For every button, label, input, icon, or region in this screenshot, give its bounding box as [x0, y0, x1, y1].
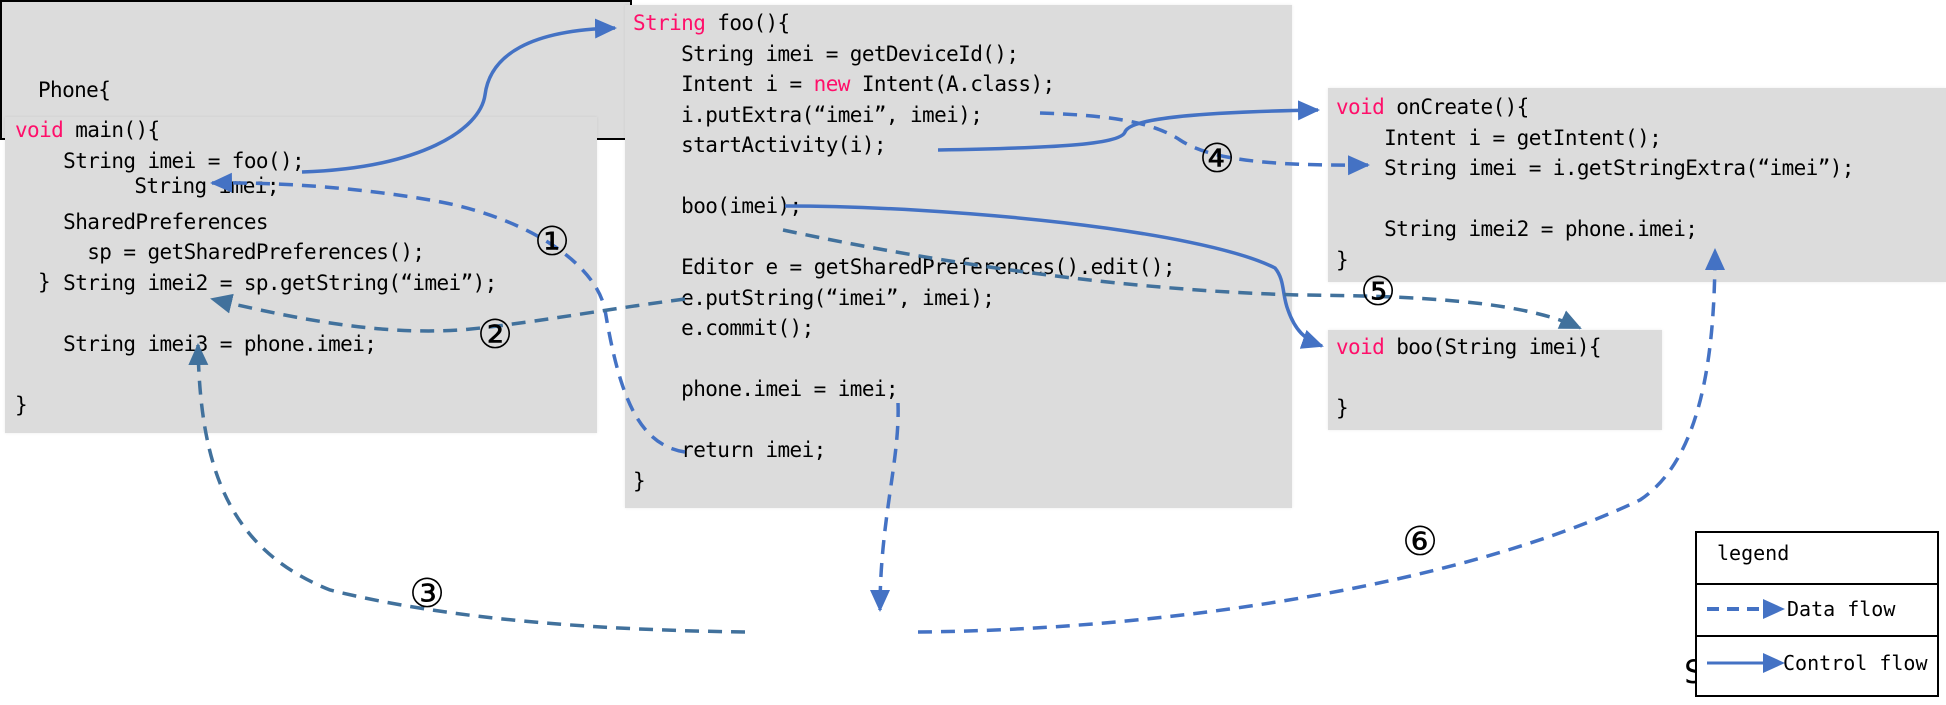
code-line: }	[15, 390, 497, 421]
code-line: String foo(){	[633, 8, 1175, 39]
code-text: foo(){	[705, 11, 790, 35]
code-text: onCreate(){	[1384, 95, 1529, 119]
boo-code: void boo(String imei){}	[1336, 332, 1602, 424]
legend-divider	[1697, 635, 1937, 637]
code-line: }	[1336, 393, 1601, 424]
code-text: boo(imei);	[633, 194, 802, 218]
code-line: }	[633, 466, 1175, 497]
phone-line: Phone{	[38, 78, 111, 102]
code-line: Intent i = getIntent();	[1336, 123, 1854, 154]
code-text: Intent(A.class);	[849, 72, 1055, 96]
code-text: e.commit();	[633, 316, 814, 340]
legend: legend Data flow Control flow	[1695, 531, 1939, 697]
legend-label: Data flow	[1787, 597, 1896, 621]
solid-arrow-icon	[1707, 653, 1785, 673]
code-line: startActivity(i);	[633, 130, 1175, 161]
code-text: Editor e = getSharedPreferences().edit()…	[633, 255, 1175, 279]
step-label-3: ③	[409, 571, 445, 617]
code-line: phone.imei = imei;	[633, 374, 1175, 405]
code-line: void onCreate(){	[1336, 92, 1854, 123]
code-text: }	[15, 392, 28, 417]
boo-function-box: void boo(String imei){}	[1328, 330, 1662, 430]
code-text: String imei2 = phone.imei;	[1336, 217, 1698, 241]
code-text: i.putExtra(“imei”, imei);	[633, 102, 983, 127]
code-line: i.putExtra(“imei”, imei);	[633, 100, 1175, 131]
code-text: }	[633, 468, 646, 493]
code-line: Intent i = new Intent(A.class);	[633, 69, 1175, 100]
code-line: return imei;	[633, 435, 1175, 466]
code-line: }	[1336, 245, 1854, 276]
keyword: String	[633, 11, 706, 35]
code-text: Intent i = getIntent();	[1336, 125, 1662, 150]
phone-line: }	[38, 270, 51, 294]
step-label-6: ⑥	[1402, 519, 1438, 565]
code-line: String imei = i.getStringExtra(“imei”);	[1336, 153, 1854, 184]
keyword: void	[1336, 335, 1385, 359]
legend-divider	[1697, 583, 1937, 585]
keyword: void	[1336, 95, 1385, 119]
code-line: boo(imei);	[633, 191, 1175, 222]
dashed-arrow-icon	[1707, 599, 1785, 619]
phone-code: Phone{ String imei; }	[38, 10, 279, 362]
code-text: String imei = i.getStringExtra(“imei”);	[1336, 156, 1854, 180]
keyword: new	[813, 72, 851, 96]
code-text: }	[1336, 247, 1349, 272]
code-line: void boo(String imei){	[1336, 332, 1602, 363]
code-text: }	[1336, 396, 1349, 420]
code-line: Editor e = getSharedPreferences().edit()…	[633, 252, 1175, 283]
code-text: phone.imei = imei;	[633, 377, 898, 401]
foo-function-box: String foo(){ String imei = getDeviceId(…	[625, 5, 1292, 508]
legend-label: Control flow	[1783, 651, 1928, 675]
code-text: boo(String imei){	[1384, 335, 1601, 359]
oncreate-code: void onCreate(){ Intent i = getIntent();…	[1336, 92, 1854, 275]
code-line: String imei = getDeviceId();	[633, 39, 1175, 70]
code-line: String imei2 = phone.imei;	[1336, 214, 1854, 245]
foo-code: String foo(){ String imei = getDeviceId(…	[633, 8, 1176, 497]
code-text: String imei = getDeviceId();	[633, 41, 1019, 66]
code-line: e.commit();	[633, 313, 1175, 344]
code-text: return imei;	[633, 438, 826, 462]
code-text: startActivity(i);	[633, 133, 886, 157]
code-text: e.putString(“imei”, imei);	[633, 285, 995, 310]
phone-line: String imei;	[38, 174, 279, 198]
code-text: Intent i =	[633, 72, 814, 96]
legend-title: legend	[1717, 541, 1790, 565]
code-line: e.putString(“imei”, imei);	[633, 283, 1175, 314]
oncreate-function-box: void onCreate(){ Intent i = getIntent();…	[1328, 88, 1946, 282]
